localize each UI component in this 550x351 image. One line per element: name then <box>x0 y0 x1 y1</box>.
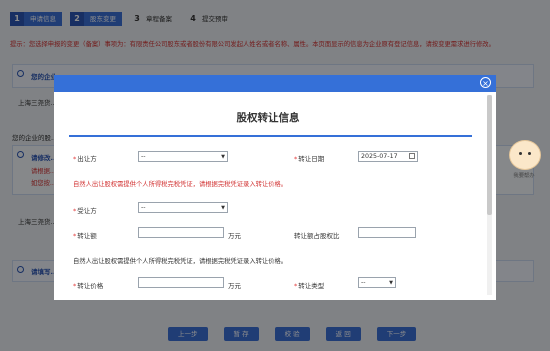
dialog-title: 股权转让信息 <box>236 112 300 124</box>
price-label: *转让价格 <box>73 282 104 290</box>
tax-proof-note: 自然人出让股权需提供个人所得税完税凭证，请根据完税凭证录入转让价格。 <box>73 181 288 188</box>
transfer-date-input[interactable]: 2025-07-17 <box>358 151 418 162</box>
price-input[interactable] <box>138 277 224 288</box>
amount-label-text: 转让额 <box>77 232 97 240</box>
amount-input[interactable] <box>138 227 224 238</box>
transfer-date-label-text: 转让日期 <box>298 155 325 163</box>
transfer-type-value: -- <box>361 279 366 286</box>
transferor-label-text: 出让方 <box>77 155 97 163</box>
transferor-select-value: -- <box>141 153 146 160</box>
transferor-label: *出让方 <box>73 155 97 163</box>
amount-unit: 万元 <box>228 232 241 240</box>
transfer-date-value: 2025-07-17 <box>361 153 398 160</box>
amount-label: *转让额 <box>73 232 97 240</box>
assistant-eye <box>528 152 531 155</box>
close-icon[interactable]: × <box>480 77 491 88</box>
transferee-select-value: -- <box>141 204 146 211</box>
chevron-down-icon: ▼ <box>221 154 225 160</box>
assistant-avatar-icon <box>509 140 541 170</box>
tax-proof-note-2: 自然人出让股权需提供个人所得税完税凭证，请根据完税凭证录入转让价格。 <box>73 258 288 265</box>
assistant-eye <box>519 152 522 155</box>
transfer-type-label: *转让类型 <box>294 282 325 290</box>
price-label-text: 转让价格 <box>77 282 104 290</box>
transfer-type-label-text: 转让类型 <box>298 282 325 290</box>
calendar-icon[interactable] <box>409 153 415 159</box>
price-unit: 万元 <box>228 282 241 290</box>
chevron-down-icon: ▼ <box>389 280 393 286</box>
chevron-down-icon: ▼ <box>221 205 225 211</box>
transfer-type-select[interactable]: -- ▼ <box>358 277 396 288</box>
ratio-label: 转让额占股权比 <box>294 232 340 240</box>
transferee-select[interactable]: -- ▼ <box>138 202 228 213</box>
assistant-label: 我要帮办 <box>513 173 535 179</box>
scrollbar-thumb[interactable] <box>487 95 492 215</box>
transferee-label-text: 受让方 <box>77 207 97 215</box>
title-divider <box>69 135 472 137</box>
transferee-label: *受让方 <box>73 207 97 215</box>
ratio-input[interactable] <box>358 227 416 238</box>
dialog-scrollbar[interactable] <box>487 95 492 295</box>
equity-transfer-dialog: × 股权转让信息 *出让方 -- ▼ *转让日期 2025-07-17 自然人出… <box>54 75 496 300</box>
help-assistant[interactable]: 我要帮办 <box>506 140 542 184</box>
dialog-header: × <box>54 75 496 92</box>
transfer-date-label: *转让日期 <box>294 155 325 163</box>
transferor-select[interactable]: -- ▼ <box>138 151 228 162</box>
